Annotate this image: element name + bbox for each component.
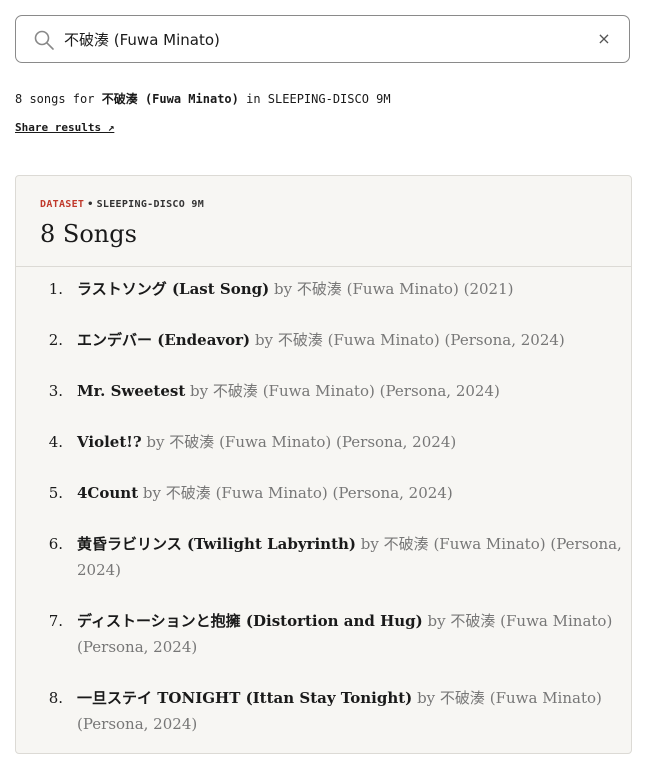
song-artist-japanese: 不破湊 xyxy=(439,689,485,707)
song-title-english: (Twilight Labyrinth) xyxy=(186,535,357,553)
song-by: by xyxy=(142,484,161,502)
song-title-japanese: エンデバー xyxy=(77,331,153,349)
song-artist-english: (Fuwa Minato) xyxy=(433,535,546,553)
song-text: 4Count by 不破湊 (Fuwa Minato) (Persona, 20… xyxy=(77,480,627,506)
song-number: 1. xyxy=(48,280,63,298)
song-artist-english: (Fuwa Minato) xyxy=(489,689,602,707)
card-title: 8 Songs xyxy=(40,220,137,248)
song-release-info: (Persona, 2024) xyxy=(444,331,565,349)
song-title: ディストーションと抱擁 (Distortion and Hug) xyxy=(77,612,423,630)
song-title-english: (Endeavor) xyxy=(157,331,251,349)
clear-search-button[interactable]: × xyxy=(593,28,615,50)
song-title-japanese: 一旦ステイ xyxy=(77,689,153,707)
song-number: 3. xyxy=(48,382,63,400)
dataset-separator: • xyxy=(87,199,94,210)
song-by: by xyxy=(360,535,379,553)
search-input[interactable] xyxy=(64,16,584,62)
song-text: 黄昏ラビリンス (Twilight Labyrinth) by 不破湊 (Fuw… xyxy=(77,531,627,583)
results-card: DATASET • SLEEPING-DISCO 9M 8 Songs 1. ラストソ… xyxy=(15,175,632,754)
song-title: Violet!? xyxy=(77,433,142,451)
song-title-english: 4Count xyxy=(77,484,139,502)
song-text: Mr. Sweetest by 不破湊 (Fuwa Minato) (Perso… xyxy=(77,378,627,404)
song-title-japanese: 黄昏ラビリンス xyxy=(77,535,182,553)
song-release-info: (Persona, 2024) xyxy=(77,638,198,656)
song-title: 黄昏ラビリンス (Twilight Labyrinth) xyxy=(77,535,356,553)
song-text: Violet!? by 不破湊 (Fuwa Minato) (Persona, … xyxy=(77,429,627,455)
song-title-english: (Distortion and Hug) xyxy=(245,612,423,630)
song-artist-english: (Fuwa Minato) xyxy=(500,612,613,630)
song-artist-english: (Fuwa Minato) xyxy=(346,280,459,298)
song-title: Mr. Sweetest xyxy=(77,382,185,400)
song-artist-english: (Fuwa Minato) xyxy=(219,433,332,451)
summary-prefix: 8 songs for xyxy=(15,92,95,106)
song-artist-japanese: 不破湊 xyxy=(450,612,496,630)
search-icon xyxy=(34,30,54,50)
song-text: エンデバー (Endeavor) by 不破湊 (Fuwa Minato) (P… xyxy=(77,327,627,353)
song-text: 一旦ステイ TONIGHT (Ittan Stay Tonight) by 不破… xyxy=(77,685,627,737)
song-artist-english: (Fuwa Minato) xyxy=(327,331,440,349)
song-title: 一旦ステイ TONIGHT (Ittan Stay Tonight) xyxy=(77,689,412,707)
song-number: 2. xyxy=(48,331,63,349)
song-by: by xyxy=(274,280,293,298)
song-by: by xyxy=(417,689,436,707)
dataset-line: DATASET • SLEEPING-DISCO 9M xyxy=(40,199,204,210)
song-artist-japanese: 不破湊 xyxy=(277,331,323,349)
song-title-japanese: ディストーションと抱擁 xyxy=(77,612,241,630)
song-title-english: Violet!? xyxy=(77,433,142,451)
song-by: by xyxy=(427,612,446,630)
song-number: 7. xyxy=(48,612,63,630)
card-header: DATASET • SLEEPING-DISCO 9M 8 Songs xyxy=(16,176,631,267)
song-release-info: (Persona, 2024) xyxy=(379,382,500,400)
song-number: 6. xyxy=(48,535,63,553)
summary-dataset: SLEEPING-DISCO 9M xyxy=(267,92,391,106)
song-title-english: Mr. Sweetest xyxy=(77,382,186,400)
song-title-english: TONIGHT (Ittan Stay Tonight) xyxy=(157,689,413,707)
song-artist-japanese: 不破湊 xyxy=(383,535,429,553)
song-artist-japanese: 不破湊 xyxy=(165,484,211,502)
song-by: by xyxy=(146,433,165,451)
summary-query: 不破湊 (Fuwa Minato) xyxy=(101,92,239,106)
dataset-label: DATASET xyxy=(40,199,85,210)
song-release-info: (Persona, 2024) xyxy=(77,715,198,733)
song-artist-english: (Fuwa Minato) xyxy=(262,382,375,400)
song-title-japanese: ラストソング xyxy=(77,280,167,298)
song-by: by xyxy=(254,331,274,349)
song-title: ラストソング (Last Song) xyxy=(77,280,269,298)
song-artist-japanese: 不破湊 xyxy=(169,433,215,451)
search-box[interactable]: × xyxy=(15,15,630,63)
song-title-english: (Last Song) xyxy=(171,280,270,298)
song-number: 8. xyxy=(48,689,63,707)
song-release-info: (2021) xyxy=(463,280,514,298)
results-summary: 8 songs for 不破湊 (Fuwa Minato) in SLEEPIN… xyxy=(15,90,391,107)
song-release-info: (Persona, 2024) xyxy=(336,433,457,451)
song-artist-japanese: 不破湊 xyxy=(212,382,258,400)
song-title: エンデバー (Endeavor) xyxy=(77,331,250,349)
song-title: 4Count xyxy=(77,484,138,502)
song-text: ラストソング (Last Song) by 不破湊 (Fuwa Minato) … xyxy=(77,276,627,302)
song-release-info: (Persona, 2024) xyxy=(332,484,453,502)
song-number: 5. xyxy=(48,484,63,502)
song-artist-english: (Fuwa Minato) xyxy=(215,484,328,502)
song-by: by xyxy=(190,382,209,400)
song-artist-japanese: 不破湊 xyxy=(296,280,342,298)
summary-middle: in xyxy=(246,92,261,106)
song-number: 4. xyxy=(48,433,63,451)
dataset-name: SLEEPING-DISCO 9M xyxy=(96,199,205,210)
song-text: ディストーションと抱擁 (Distortion and Hug) by 不破湊 … xyxy=(77,608,627,660)
share-results-link[interactable]: Share results ↗ xyxy=(15,121,114,134)
